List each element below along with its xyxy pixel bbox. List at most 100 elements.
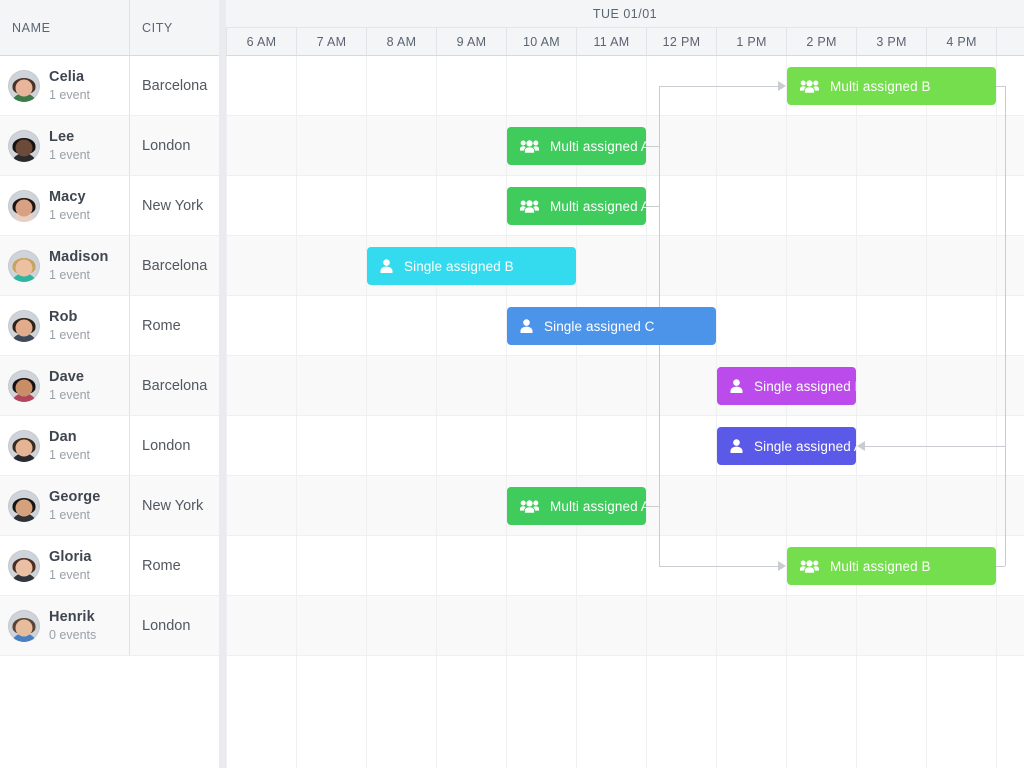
resource-name-texts: Lee 1 event	[49, 129, 90, 162]
column-header-city[interactable]: CITY	[130, 0, 219, 55]
event-block[interactable]: Single assigned D	[717, 367, 856, 405]
hour-header-cell[interactable]: 7 AM	[296, 28, 366, 55]
event-label: Multi assigned A	[550, 498, 646, 514]
dependency-segment	[659, 566, 778, 567]
event-label: Single assigned B	[404, 258, 514, 274]
resource-name-cell: George 1 event	[0, 476, 130, 535]
event-block[interactable]: Multi assigned B	[787, 67, 996, 105]
resource-name-texts: Celia 1 event	[49, 69, 90, 102]
resource-name-cell: Madison 1 event	[0, 236, 130, 295]
multi-user-icon	[520, 199, 539, 213]
resource-row[interactable]: Dan 1 event London	[0, 416, 219, 476]
resource-name-texts: George 1 event	[49, 489, 100, 522]
resource-city-cell: Barcelona	[142, 377, 208, 394]
resource-name-texts: Gloria 1 event	[49, 549, 92, 582]
resource-row[interactable]: Rob 1 event Rome	[0, 296, 219, 356]
resource-name-label: Henrik	[49, 608, 95, 625]
hour-header-cell[interactable]: 6 AM	[226, 28, 296, 55]
event-block[interactable]: Multi assigned A	[507, 187, 646, 225]
column-header-name[interactable]: NAME	[0, 0, 130, 55]
dependency-segment	[996, 86, 1005, 87]
event-label: Multi assigned B	[830, 558, 931, 574]
hour-header-cell[interactable]: 5	[996, 28, 1024, 55]
dependency-arrow	[778, 561, 786, 571]
hour-header-cell[interactable]: 10 AM	[506, 28, 576, 55]
resource-row[interactable]: Lee 1 event London	[0, 116, 219, 176]
gridline	[716, 56, 717, 768]
hour-header-cell[interactable]: 3 PM	[856, 28, 926, 55]
timeline-row[interactable]	[226, 596, 1024, 656]
resource-event-count: 1 event	[49, 147, 91, 162]
resource-event-count: 1 event	[49, 87, 91, 102]
resource-name-cell: Gloria 1 event	[0, 536, 130, 595]
resource-name-texts: Dave 1 event	[49, 369, 90, 402]
hour-header-cell[interactable]: 4 PM	[926, 28, 996, 55]
hour-header-cell[interactable]: 11 AM	[576, 28, 646, 55]
single-user-icon	[520, 319, 533, 333]
resource-name-label: Lee	[49, 128, 75, 145]
timeline-row[interactable]	[226, 356, 1024, 416]
event-block[interactable]: Single assigned B	[367, 247, 576, 285]
timeline-row[interactable]	[226, 236, 1024, 296]
avatar	[8, 369, 40, 402]
resource-grid: NAME CITY Celia 1 event Barcelona Lee 1 even…	[0, 0, 219, 768]
avatar	[8, 549, 40, 582]
event-block[interactable]: Single assigned C	[507, 307, 716, 345]
multi-user-icon	[520, 499, 539, 513]
dependency-segment	[1005, 86, 1006, 566]
dependency-segment	[646, 146, 659, 147]
gridline	[856, 56, 857, 768]
hour-header-cell[interactable]: 12 PM	[646, 28, 716, 55]
dependency-segment	[646, 206, 659, 207]
avatar	[8, 429, 40, 462]
dependency-arrow	[778, 81, 786, 91]
resource-city-cell: Barcelona	[142, 257, 208, 274]
resource-event-count: 1 event	[49, 327, 91, 342]
avatar	[8, 189, 40, 222]
avatar	[8, 489, 40, 522]
resource-row[interactable]: George 1 event New York	[0, 476, 219, 536]
dependency-segment	[865, 446, 1005, 447]
multi-user-icon	[800, 79, 819, 93]
event-block[interactable]: Multi assigned A	[507, 127, 646, 165]
gridline	[296, 56, 297, 768]
hour-header-cell[interactable]: 2 PM	[786, 28, 856, 55]
gridline	[226, 56, 227, 768]
event-block[interactable]: Single assigned A	[717, 427, 856, 465]
single-user-icon	[730, 379, 743, 393]
resource-row[interactable]: Gloria 1 event Rome	[0, 536, 219, 596]
event-block[interactable]: Multi assigned B	[787, 547, 996, 585]
multi-user-icon	[800, 559, 819, 573]
resource-event-count: 1 event	[49, 447, 91, 462]
resource-row[interactable]: Henrik 0 events London	[0, 596, 219, 656]
gridline	[366, 56, 367, 768]
hour-header-cell[interactable]: 8 AM	[366, 28, 436, 55]
gridline	[646, 56, 647, 768]
hour-header-cell[interactable]: 9 AM	[436, 28, 506, 55]
resource-name-label: Madison	[49, 248, 109, 265]
resource-row[interactable]: Macy 1 event New York	[0, 176, 219, 236]
resource-event-count: 1 event	[49, 567, 91, 582]
resource-city-cell: London	[142, 137, 191, 154]
resource-city-cell: New York	[142, 497, 204, 514]
resource-name-label: Dan	[49, 428, 77, 445]
dependency-segment	[659, 86, 660, 506]
timeline-body: Multi assigned B Multi assigned A Multi as…	[226, 56, 1024, 768]
resource-name-cell: Lee 1 event	[0, 116, 130, 175]
resource-name-texts: Henrik 0 events	[49, 609, 96, 642]
pane-splitter[interactable]	[219, 0, 226, 768]
timeline-pane: TUE 01/01 6 AM 7 AM 8 AM 9 AM 10 AM 11 AM 12 P…	[226, 0, 1024, 768]
dependency-segment	[996, 566, 1005, 567]
avatar	[8, 69, 40, 102]
event-label: Single assigned D	[754, 378, 856, 394]
hour-header-cell[interactable]: 1 PM	[716, 28, 786, 55]
resource-name-label: Macy	[49, 188, 86, 205]
resource-name-label: Dave	[49, 368, 85, 385]
resource-rows: Celia 1 event Barcelona Lee 1 event London Mac…	[0, 56, 219, 768]
dependency-arrow	[857, 441, 865, 451]
resource-row[interactable]: Celia 1 event Barcelona	[0, 56, 219, 116]
resource-name-cell: Celia 1 event	[0, 56, 130, 115]
resource-row[interactable]: Madison 1 event Barcelona	[0, 236, 219, 296]
event-block[interactable]: Multi assigned A	[507, 487, 646, 525]
resource-row[interactable]: Dave 1 event Barcelona	[0, 356, 219, 416]
